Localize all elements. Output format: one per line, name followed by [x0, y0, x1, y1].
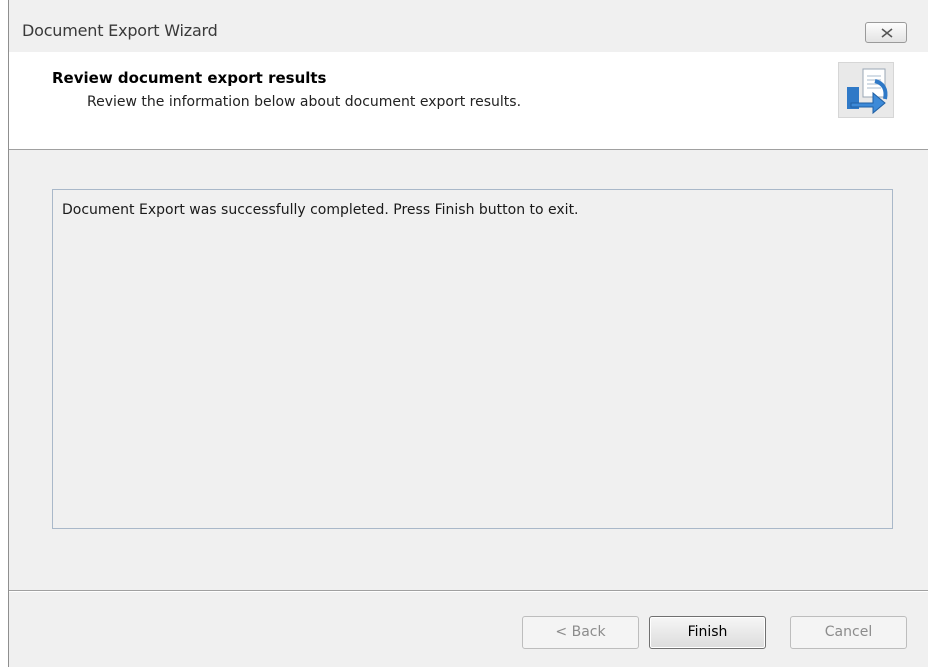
wizard-header: Review document export results Review th… — [9, 52, 928, 150]
footer-divider — [9, 590, 928, 592]
window-title: Document Export Wizard — [22, 21, 218, 40]
results-message: Document Export was successfully complet… — [62, 202, 579, 218]
back-button[interactable]: < Back — [522, 616, 639, 649]
title-bar: Document Export Wizard — [9, 0, 928, 52]
close-icon — [881, 28, 893, 38]
finish-button[interactable]: Finish — [649, 616, 766, 649]
close-button[interactable] — [865, 22, 907, 43]
wizard-window: Document Export Wizard Review document e… — [8, 0, 928, 667]
page-heading: Review document export results — [52, 69, 327, 87]
document-export-icon — [838, 62, 894, 118]
page-subheading: Review the information below about docum… — [87, 94, 522, 110]
results-panel: Document Export was successfully complet… — [52, 189, 893, 529]
cancel-button[interactable]: Cancel — [790, 616, 907, 649]
